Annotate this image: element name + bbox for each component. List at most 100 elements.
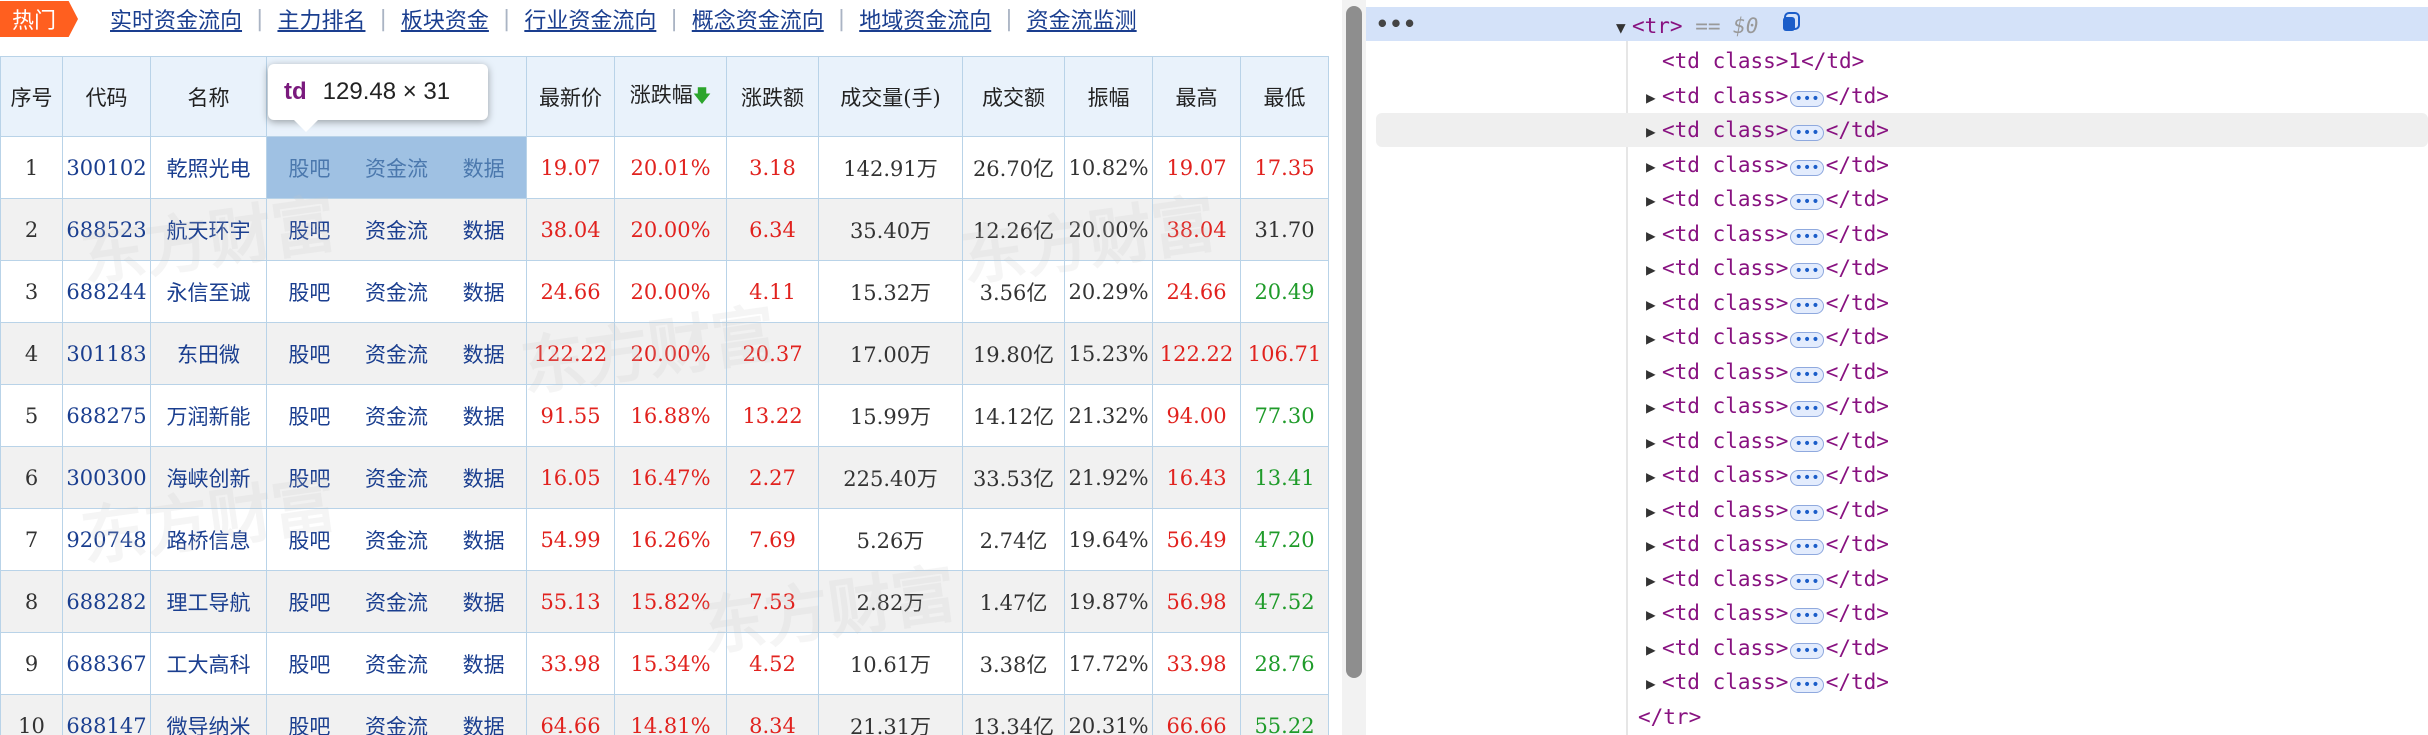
copy-node-icon[interactable] <box>1781 11 1803 33</box>
data-link[interactable]: 数据 <box>463 587 505 617</box>
header-name[interactable]: 名称 <box>150 56 267 137</box>
fund-flow-link[interactable]: 资金流 <box>365 277 428 307</box>
ellipsis-badge-icon[interactable]: ••• <box>1790 228 1824 245</box>
dom-node-td[interactable]: ▶ <td class> ••• </td> <box>1366 355 2428 389</box>
row-name[interactable]: 航天环宇 <box>150 198 267 261</box>
expand-caret-icon[interactable]: ▶ <box>1646 502 1662 521</box>
dom-node-tr-selected[interactable]: ••• ▼ <tr> == $0 <box>1366 7 2428 41</box>
header-price[interactable]: 最新价 <box>526 56 615 137</box>
header-volume[interactable]: 成交量(手) <box>818 56 963 137</box>
header-index[interactable]: 序号 <box>0 56 63 137</box>
ellipsis-badge-icon[interactable]: ••• <box>1790 470 1824 486</box>
data-link[interactable]: 数据 <box>463 339 505 369</box>
fund-flow-link[interactable]: 资金流 <box>365 339 428 369</box>
table-row[interactable]: 8 688282 理工导航 股吧 资金流 数据 55.13 15.82% 7.53 2.82万 1.… <box>0 570 1329 633</box>
table-row[interactable]: 6 300300 海峡创新 股吧 资金流 数据 16.05 16.47% 2.27 225.40万… <box>0 446 1329 509</box>
ellipsis-badge-icon[interactable]: ••• <box>1790 642 1824 659</box>
expand-caret-icon[interactable]: ▶ <box>1646 640 1662 659</box>
guba-link[interactable]: 股吧 <box>288 649 330 679</box>
row-code[interactable]: 688275 <box>62 384 151 447</box>
nav-link-industry-flow[interactable]: 行业资金流向 <box>510 3 670 35</box>
ellipsis-badge-icon[interactable]: ••• <box>1790 297 1824 314</box>
ellipsis-badge-icon[interactable]: ••• <box>1790 504 1824 521</box>
row-name[interactable]: 工大高科 <box>150 632 267 695</box>
row-code[interactable]: 688523 <box>62 198 151 261</box>
guba-link[interactable]: 股吧 <box>288 339 330 369</box>
guba-link[interactable]: 股吧 <box>288 153 330 183</box>
ellipsis-badge-icon[interactable]: ••• <box>1790 573 1824 590</box>
expand-caret-icon[interactable]: ▶ <box>1646 157 1662 176</box>
ellipsis-badge-icon[interactable]: ••• <box>1790 677 1824 693</box>
more-dots-icon[interactable]: ••• <box>1376 12 1417 36</box>
row-code[interactable]: 688282 <box>62 570 151 633</box>
ellipsis-badge-icon[interactable]: ••• <box>1790 608 1824 624</box>
table-row[interactable]: 10 688147 微导纳米 股吧 资金流 数据 64.66 14.81% 8.34 21.31万… <box>0 694 1329 735</box>
hot-tab[interactable]: 热门 <box>0 1 79 37</box>
dom-node-td-first[interactable]: <td class>1</td> <box>1366 44 2428 78</box>
header-pct[interactable]: 涨跌幅🡇 <box>614 56 727 137</box>
header-low[interactable]: 最低 <box>1240 56 1329 137</box>
expand-caret-icon[interactable]: ▶ <box>1646 191 1662 210</box>
nav-link-region-flow[interactable]: 地域资金流向 <box>845 3 1005 35</box>
expand-caret-icon[interactable]: ▶ <box>1646 571 1662 590</box>
ellipsis-badge-icon[interactable]: ••• <box>1790 366 1824 383</box>
ellipsis-badge-icon[interactable]: ••• <box>1790 90 1824 107</box>
data-link[interactable]: 数据 <box>463 153 505 183</box>
header-change[interactable]: 涨跌额 <box>726 56 819 137</box>
data-link[interactable]: 数据 <box>463 711 505 735</box>
row-name[interactable]: 微导纳米 <box>150 694 267 735</box>
row-code[interactable]: 688367 <box>62 632 151 695</box>
ellipsis-badge-icon[interactable]: ••• <box>1790 159 1824 176</box>
expand-caret-icon[interactable]: ▶ <box>1646 536 1662 555</box>
fund-flow-link[interactable]: 资金流 <box>365 401 428 431</box>
ellipsis-badge-icon[interactable]: ••• <box>1790 332 1824 348</box>
table-row[interactable]: 4 301183 东田微 股吧 资金流 数据 122.22 20.00% 20.37 17.00万… <box>0 322 1329 385</box>
row-code[interactable]: 300300 <box>62 446 151 509</box>
table-row[interactable]: 5 688275 万润新能 股吧 资金流 数据 91.55 16.88% 13.22 15.99万… <box>0 384 1329 447</box>
guba-link[interactable]: 股吧 <box>288 277 330 307</box>
table-row[interactable]: 9 688367 工大高科 股吧 资金流 数据 33.98 15.34% 4.52 10.61万 3… <box>0 632 1329 695</box>
expand-caret-icon[interactable]: ▶ <box>1646 674 1662 693</box>
ellipsis-badge-icon[interactable]: ••• <box>1790 125 1824 141</box>
row-name[interactable]: 东田微 <box>150 322 267 385</box>
header-amount[interactable]: 成交额 <box>962 56 1065 137</box>
fund-flow-link[interactable]: 资金流 <box>365 649 428 679</box>
header-amplitude[interactable]: 振幅 <box>1064 56 1153 137</box>
dom-node-td[interactable]: ▶ <td class> ••• </td> <box>1366 320 2428 354</box>
guba-link[interactable]: 股吧 <box>288 463 330 493</box>
guba-link[interactable]: 股吧 <box>288 525 330 555</box>
dom-node-td[interactable]: ▶ <td class> ••• </td> <box>1366 148 2428 182</box>
dom-node-td[interactable]: ▶ <td class> ••• </td> <box>1366 493 2428 527</box>
expand-caret-icon[interactable]: ▶ <box>1646 433 1662 452</box>
nav-link-sector-funds[interactable]: 板块资金 <box>387 3 503 35</box>
dom-node-td[interactable]: ▶ <td class> ••• </td> <box>1366 562 2428 596</box>
fund-flow-link[interactable]: 资金流 <box>365 587 428 617</box>
table-row[interactable]: 1 300102 乾照光电 股吧 资金流 数据 19.07 20.01% 3.18 142.91万… <box>0 136 1329 199</box>
dom-node-td[interactable]: ▶ <td class> ••• </td> <box>1366 527 2428 561</box>
table-row[interactable]: 2 688523 航天环宇 股吧 资金流 数据 38.04 20.00% 6.34 35.40万 1… <box>0 198 1329 261</box>
data-link[interactable]: 数据 <box>463 525 505 555</box>
data-link[interactable]: 数据 <box>463 277 505 307</box>
ellipsis-badge-icon[interactable]: ••• <box>1790 435 1824 452</box>
dom-node-td[interactable]: ▶ <td class> ••• </td> <box>1366 665 2428 699</box>
row-name[interactable]: 理工导航 <box>150 570 267 633</box>
row-name[interactable]: 万润新能 <box>150 384 267 447</box>
nav-link-concept-flow[interactable]: 概念资金流向 <box>678 3 838 35</box>
dom-node-td[interactable]: ▶ <td class> ••• </td> <box>1366 458 2428 492</box>
expand-caret-icon[interactable]: ▶ <box>1646 398 1662 417</box>
nav-link-realtime-flow[interactable]: 实时资金流向 <box>96 3 256 35</box>
row-name[interactable]: 永信至诚 <box>150 260 267 323</box>
expand-caret-icon[interactable]: ▶ <box>1646 364 1662 383</box>
data-link[interactable]: 数据 <box>463 401 505 431</box>
dom-node-td[interactable]: ▶ <td class> ••• </td> <box>1366 182 2428 216</box>
dom-node-td[interactable]: ▶ <td class> ••• </td> <box>1366 79 2428 113</box>
dom-node-td[interactable]: ▶ <td class> ••• </td> <box>1366 424 2428 458</box>
data-link[interactable]: 数据 <box>463 463 505 493</box>
dom-node-td[interactable]: ▶ <td class> ••• </td> <box>1366 251 2428 285</box>
nav-link-main-rank[interactable]: 主力排名 <box>263 3 379 35</box>
data-link[interactable]: 数据 <box>463 649 505 679</box>
row-name[interactable]: 海峡创新 <box>150 446 267 509</box>
dom-node-td[interactable]: ▶ <td class> ••• </td> <box>1366 596 2428 630</box>
guba-link[interactable]: 股吧 <box>288 587 330 617</box>
expand-caret-icon[interactable]: ▶ <box>1646 88 1662 107</box>
